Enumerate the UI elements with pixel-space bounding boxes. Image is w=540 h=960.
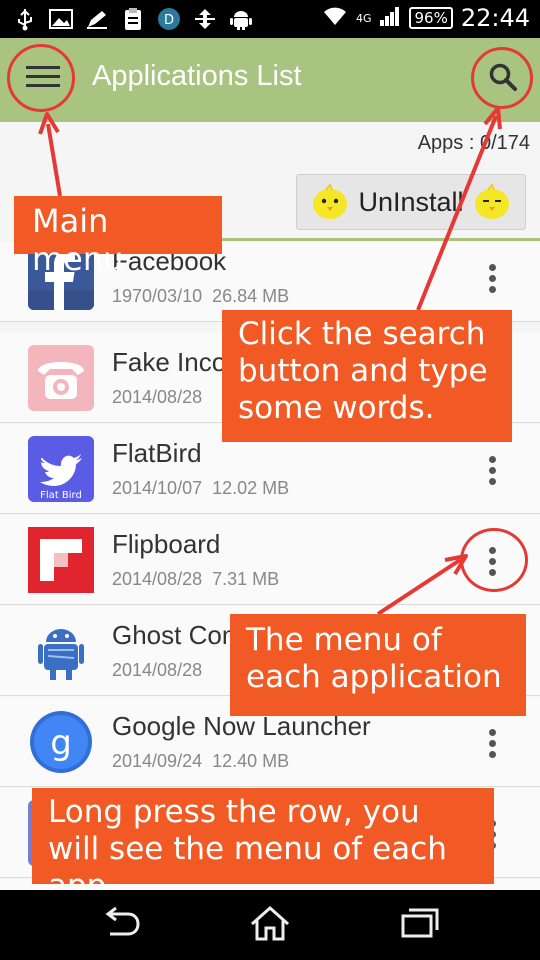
uninstall-button[interactable]: UnInstall <box>296 174 526 230</box>
wifi-icon <box>322 5 348 32</box>
callout-long-press: Long press the row, you will see the men… <box>32 788 494 904</box>
app-date: 2014/10/07 <box>112 478 203 498</box>
flipboard-icon <box>28 527 94 593</box>
app-meta: 2014/08/28 7.31 MB <box>112 569 279 590</box>
transfer-icon <box>192 6 218 32</box>
app-size: 7.31 MB <box>212 569 280 589</box>
callout-main-menu: Main menu <box>14 196 222 278</box>
callout-search: Click the search button and type some wo… <box>222 310 512 442</box>
recents-button[interactable] <box>397 904 443 946</box>
app-date: 1970/03/10 <box>112 286 203 306</box>
app-overflow-menu-button[interactable] <box>474 256 510 300</box>
ghost-android-icon <box>28 618 94 684</box>
recents-icon <box>400 906 440 945</box>
home-button[interactable] <box>247 904 293 946</box>
google-icon: g <box>28 709 94 775</box>
battery-icon: 96% <box>409 7 453 29</box>
app-name: FlatBird <box>112 438 202 468</box>
pay-icon: D <box>156 6 182 32</box>
app-menu-highlight <box>460 528 528 592</box>
network-type: 4G <box>355 11 372 25</box>
search-highlight <box>471 47 533 109</box>
clipboard-icon <box>120 6 146 32</box>
signal-icon <box>379 5 401 32</box>
svg-text:D: D <box>164 13 174 28</box>
pen-icon <box>84 6 110 32</box>
list-item[interactable]: Flipboard 2014/08/28 7.31 MB <box>0 515 540 605</box>
chick-icon <box>313 183 348 219</box>
app-name: Flipboard <box>112 529 221 559</box>
app-size: 12.40 MB <box>212 751 290 771</box>
app-date: 2014/08/28 <box>112 660 203 680</box>
app-meta: 2014/08/28 <box>112 387 202 408</box>
uninstall-label: UnInstall <box>358 186 464 217</box>
app-meta: 2014/09/24 12.40 MB <box>112 751 289 772</box>
flatbird-icon: Flat Bird <box>28 436 94 502</box>
app-date: 2014/08/28 <box>112 387 203 407</box>
app-date: 2014/09/24 <box>112 751 203 771</box>
app-size: 26.84 MB <box>212 286 290 306</box>
home-icon <box>248 904 292 947</box>
back-button[interactable] <box>98 904 144 946</box>
app-meta: 2014/10/07 12.02 MB <box>112 478 289 499</box>
svg-text:Flat Bird: Flat Bird <box>40 490 82 501</box>
app-toolbar: Applications List <box>0 38 540 122</box>
chick-icon <box>474 183 509 219</box>
status-bar: D 4G 96% 22:44 <box>0 0 540 38</box>
app-meta: 2014/08/28 <box>112 660 202 681</box>
callout-app-menu: The menu of each application <box>230 614 526 716</box>
navigation-bar <box>0 890 540 960</box>
android-icon <box>228 6 254 32</box>
main-menu-highlight <box>7 44 75 112</box>
page-title: Applications List <box>92 60 302 92</box>
app-meta: 1970/03/10 26.84 MB <box>112 286 289 307</box>
apps-count: Apps : 0/174 <box>417 132 530 154</box>
usb-icon <box>12 6 38 32</box>
app-overflow-menu-button[interactable] <box>474 721 510 765</box>
app-date: 2014/08/28 <box>112 569 203 589</box>
clock: 22:44 <box>460 4 530 32</box>
fake-call-icon <box>28 345 94 411</box>
image-icon <box>48 6 74 32</box>
app-size: 12.02 MB <box>212 478 290 498</box>
app-overflow-menu-button[interactable] <box>474 448 510 492</box>
svg-text:g: g <box>50 723 72 763</box>
back-icon <box>100 906 142 945</box>
